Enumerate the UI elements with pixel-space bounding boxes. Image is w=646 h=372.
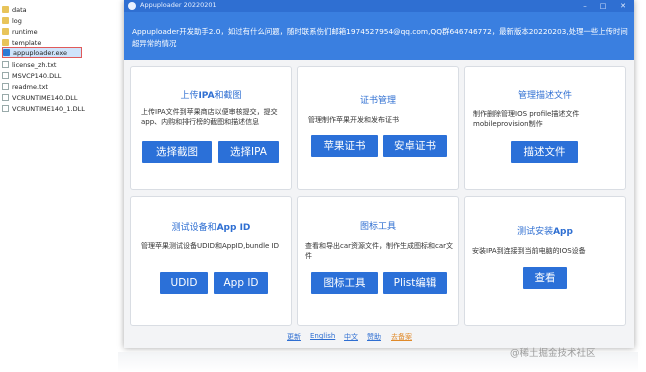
chinese-link[interactable]: 中文 (344, 332, 358, 342)
file-row-appuploader-exe[interactable]: appuploader.exe (2, 47, 82, 58)
app-icon (128, 2, 136, 10)
update-link[interactable]: 更新 (287, 332, 301, 342)
english-link[interactable]: English (310, 332, 335, 340)
card-title: 图标工具 (359, 222, 396, 232)
folder-icon (2, 6, 9, 13)
file-row-log[interactable]: log (2, 15, 22, 26)
watermark: @稀土掘金技术社区 (510, 348, 596, 359)
file-row-data[interactable]: data (2, 4, 27, 15)
record-link[interactable]: 去备案 (391, 332, 412, 342)
card-desc: 制作删除管理IOS profile描述文件mobileprovision制作 (473, 110, 580, 128)
card-title-part: 测试设备和 (171, 223, 217, 233)
window-title: Appuploader 20220201 (140, 1, 217, 9)
folder-icon (2, 17, 9, 24)
card-upload-ipa: 上传IPA和截图 上传IPA文件到苹果商店以便审核提交，提交app、内购和排行榜… (130, 66, 292, 190)
document-icon (2, 105, 9, 112)
card-cert-management: 证书管理 管理制作苹果开发和发布证书 苹果证书 安卓证书 (297, 66, 459, 190)
udid-button[interactable]: UDID (160, 272, 208, 294)
footer-links: 更新 English 中文 赞助 去备案 (124, 330, 634, 344)
folder-icon (2, 28, 9, 35)
select-screenshot-button[interactable]: 选择截图 (142, 141, 212, 163)
file-row-license[interactable]: license_zh.txt (2, 59, 56, 70)
card-title-part: 和截图 (214, 91, 242, 101)
plist-edit-button[interactable]: Plist编辑 (383, 272, 447, 294)
card-title-part: 测试安装 (517, 227, 554, 237)
file-row-vcruntime[interactable]: VCRUNTIME140.DLL (2, 92, 77, 103)
file-row-readme[interactable]: readme.txt (2, 81, 48, 92)
file-name: appuploader.exe (13, 48, 68, 57)
card-desc: 安装IPA到连接到当前电脑的IOS设备 (472, 247, 586, 255)
card-test-devices: 测试设备和App ID 管理苹果测试设备UDID和AppID,bundle ID… (130, 196, 292, 326)
file-name: VCRUNTIME140_1.DLL (12, 104, 85, 113)
maximize-icon[interactable]: □ (594, 0, 612, 12)
title-bar: Appuploader 20220201 – □ ✕ (124, 0, 634, 12)
file-name: readme.txt (12, 82, 48, 91)
sponsor-link[interactable]: 赞助 (367, 332, 381, 342)
card-title: 测试安装App (465, 224, 625, 237)
card-title: 证书管理 (359, 96, 396, 106)
apple-cert-button[interactable]: 苹果证书 (311, 135, 378, 157)
document-icon (2, 83, 9, 90)
file-row-runtime[interactable]: runtime (2, 26, 38, 37)
appuploader-window: Appuploader 20220201 – □ ✕ Appuploader开发… (124, 0, 634, 348)
info-banner: Appuploader开发助手2.0，如过有什么问题，随时联系伤们邮箱19745… (124, 12, 634, 60)
card-icon-tools: 图标工具 查看和导出car资源文件，制作生成图标和car文件 图标工具 Plis… (297, 196, 459, 326)
document-icon (2, 94, 9, 101)
android-cert-button[interactable]: 安卓证书 (383, 135, 447, 157)
file-name: runtime (12, 27, 38, 36)
file-name: template (12, 38, 42, 47)
card-title-part: 上传 (180, 91, 199, 101)
profile-button[interactable]: 描述文件 (511, 141, 578, 163)
file-name: MSVCP140.DLL (12, 71, 62, 80)
file-row-msvcp[interactable]: MSVCP140.DLL (2, 70, 61, 81)
app-id-button[interactable]: App ID (214, 272, 268, 294)
select-ipa-button[interactable]: 选择IPA (218, 141, 279, 163)
document-icon (2, 61, 9, 68)
card-desc: 上传IPA文件到苹果商店以便审核提交，提交app、内购和排行榜的截图和描述信息 (141, 108, 278, 126)
card-desc: 管理制作苹果开发和发布证书 (308, 116, 399, 124)
file-explorer-list: data log runtime template appuploader.ex… (0, 0, 120, 120)
view-button[interactable]: 查看 (523, 267, 567, 289)
card-desc: 查看和导出car资源文件，制作生成图标和car文件 (305, 242, 454, 260)
card-title-part: IPA (198, 91, 215, 101)
file-name: data (12, 5, 27, 14)
card-test-install: 测试安装App 安装IPA到连接到当前电脑的IOS设备 查看 (464, 196, 626, 326)
card-title: 测试设备和App ID (131, 220, 291, 233)
file-name: VCRUNTIME140.DLL (12, 93, 78, 102)
file-row-vcruntime-1[interactable]: VCRUNTIME140_1.DLL (2, 103, 85, 114)
file-name: log (12, 16, 22, 25)
card-title: 管理描述文件 (517, 91, 572, 101)
file-name: license_zh.txt (12, 60, 57, 69)
card-title-part: App (553, 227, 573, 237)
card-title-part: App ID (216, 223, 251, 233)
exe-icon (3, 49, 10, 56)
document-icon (2, 72, 9, 79)
close-icon[interactable]: ✕ (614, 0, 632, 12)
folder-icon (2, 39, 9, 46)
icon-tool-button[interactable]: 图标工具 (311, 272, 378, 294)
card-profile-management: 管理描述文件 制作删除管理IOS profile描述文件mobileprovis… (464, 66, 626, 190)
card-desc: 管理苹果测试设备UDID和AppID,bundle ID (141, 242, 280, 250)
banner-text: Appuploader开发助手2.0，如过有什么问题，随时联系伤们邮箱19745… (132, 27, 628, 48)
card-title: 上传IPA和截图 (131, 88, 291, 101)
minimize-icon[interactable]: – (576, 0, 594, 12)
